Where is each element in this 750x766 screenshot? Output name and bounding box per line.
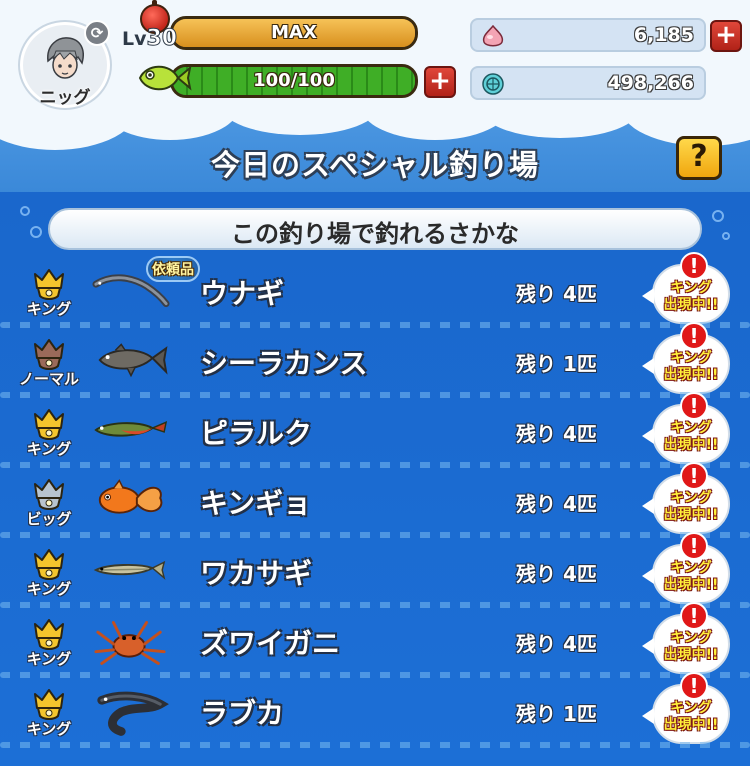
king-appears-bubble: ! キング 出現中!! (642, 462, 730, 534)
king-appears-bubble: ! キング 出現中!! (642, 602, 730, 674)
goldfish-icon (92, 476, 170, 526)
level-number: 30 (146, 26, 178, 52)
help-button[interactable]: ? (676, 136, 722, 180)
remaining-count: 残り 1匹 (516, 702, 597, 726)
remaining-count: 残り 4匹 (516, 282, 597, 306)
stamina-fish-icon (138, 65, 192, 91)
exclamation-icon: ! (680, 602, 708, 630)
exclamation-icon: ! (680, 392, 708, 420)
rank-label: キング (26, 440, 72, 458)
king-appears-text: キング 出現中!! (663, 420, 719, 453)
rank-crown-icon (30, 474, 68, 512)
exclamation-icon: ! (680, 672, 708, 700)
rank-label: キング (26, 720, 72, 738)
fish-name: ワカサギ (200, 557, 313, 590)
title-bar: 今日のスペシャル釣り場 (0, 136, 750, 190)
rank-crown-icon (30, 264, 68, 302)
fish-row[interactable]: キング ラブカ 残り 1匹! キング 出現中!! (0, 672, 750, 748)
king-appears-text: キング 出現中!! (663, 630, 719, 663)
remaining-count: 残り 4匹 (516, 632, 597, 656)
fish-name: ピラルク (200, 417, 313, 450)
fish-name: ラブカ (200, 697, 285, 730)
rank-crown-icon (30, 404, 68, 442)
exclamation-icon: ! (680, 532, 708, 560)
rank-label: キング (26, 650, 72, 668)
exp-bar: MAX (170, 16, 418, 50)
exp-label: MAX (271, 22, 317, 43)
king-appears-text: キング 出現中!! (663, 280, 719, 313)
king-appears-text: キング 出現中!! (663, 700, 719, 733)
status-header: ニッグ ⟳ MAX Lv30 100/100 + 6,185 + 498,266… (0, 0, 750, 195)
frilled-shark-icon (92, 686, 170, 736)
fish-row[interactable]: キング ワカサギ 残り 4匹! キング 出現中!! (0, 532, 750, 608)
gem-icon (482, 24, 504, 47)
bubble-decoration (722, 232, 730, 240)
exclamation-icon: ! (680, 322, 708, 350)
king-appears-bubble: ! キング 出現中!! (642, 252, 730, 324)
player-level: Lv30 (122, 26, 178, 52)
gem-plus-button[interactable]: + (710, 20, 742, 52)
king-appears-text: キング 出現中!! (663, 490, 719, 523)
coin-counter: 498,266 (470, 66, 706, 100)
rank-crown-icon (30, 684, 68, 722)
king-appears-text: キング 出現中!! (663, 350, 719, 383)
bubble-decoration (712, 210, 724, 222)
gem-value: 6,185 (633, 24, 694, 46)
king-appears-bubble: ! キング 出現中!! (642, 672, 730, 744)
request-badge: 依頼品 (146, 256, 200, 282)
stamina-label: 100/100 (253, 70, 335, 91)
coelacanth-icon (92, 336, 170, 386)
row-divider (0, 742, 750, 748)
fish-name: ズワイガニ (200, 627, 341, 660)
rank-label: ノーマル (18, 370, 79, 388)
exclamation-icon: ! (680, 462, 708, 490)
rank-crown-icon (30, 544, 68, 582)
rank-label: キング (26, 300, 72, 318)
rank-label: ビッグ (26, 510, 72, 528)
fish-row[interactable]: キング 依頼品 ウナギ 残り 4匹! キング 出現中!! (0, 252, 750, 328)
remaining-count: 残り 4匹 (516, 492, 597, 516)
level-prefix: Lv (122, 28, 147, 50)
character-portrait-icon (47, 37, 84, 79)
king-appears-bubble: ! キング 出現中!! (642, 392, 730, 464)
fish-name: ウナギ (200, 277, 285, 310)
swap-icon: ⟳ (90, 24, 104, 42)
page-title: 今日のスペシャル釣り場 (211, 148, 539, 182)
fish-list-panel: この釣り場で釣れるさかな キング 依頼品 ウナギ 残り 4匹! キング 出現中!! ノーマル… (0, 192, 750, 766)
crab-icon (92, 616, 170, 666)
fish-name: シーラカンス (200, 347, 368, 380)
remaining-count: 残り 4匹 (516, 422, 597, 446)
bubble-decoration (30, 226, 42, 238)
remaining-count: 残り 4匹 (516, 562, 597, 586)
rank-crown-icon (30, 614, 68, 652)
remaining-count: 残り 1匹 (516, 352, 597, 376)
bubble-decoration (20, 206, 30, 216)
fish-row[interactable]: キング ピラルク 残り 4匹! キング 出現中!! (0, 392, 750, 468)
fish-row[interactable]: ノーマル シーラカンス 残り 1匹! キング 出現中!! (0, 322, 750, 398)
player-name: ニッグ (39, 88, 91, 108)
list-header: この釣り場で釣れるさかな (48, 208, 702, 250)
list-header-text: この釣り場で釣れるさかな (231, 220, 519, 248)
king-appears-bubble: ! キング 出現中!! (642, 532, 730, 604)
fish-row[interactable]: ビッグ キンギョ 残り 4匹! キング 出現中!! (0, 462, 750, 538)
fish-name: キンギョ (200, 487, 312, 520)
coin-value: 498,266 (607, 72, 694, 94)
king-appears-bubble: ! キング 出現中!! (642, 322, 730, 394)
swap-character-button[interactable]: ⟳ (84, 20, 110, 46)
rank-label: キング (26, 580, 72, 598)
stamina-bar: 100/100 (170, 64, 418, 98)
exclamation-icon: ! (680, 252, 708, 280)
arapaima-icon (92, 406, 170, 456)
fish-row[interactable]: キング ズワイガニ 残り 4匹! キング 出現中!! (0, 602, 750, 678)
king-appears-text: キング 出現中!! (663, 560, 719, 593)
stamina-plus-button[interactable]: + (424, 66, 456, 98)
rank-crown-icon (30, 334, 68, 372)
gem-counter: 6,185 (470, 18, 706, 52)
coin-icon (482, 73, 504, 95)
smelt-icon (92, 546, 170, 596)
